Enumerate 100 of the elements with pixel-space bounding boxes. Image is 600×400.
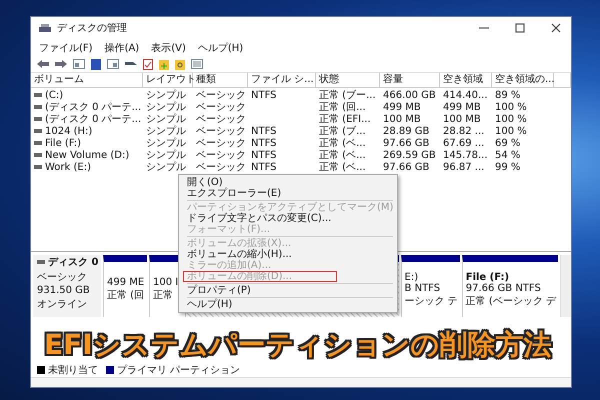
- table-cell: 100 %: [495, 114, 527, 124]
- column-header[interactable]: 状態: [316, 73, 380, 87]
- forward-arrow-icon[interactable]: [55, 59, 67, 69]
- partition-label: ーシック テ: [404, 294, 458, 308]
- list-icon[interactable]: [191, 59, 203, 69]
- table-cell-text: ベーシック: [196, 101, 246, 114]
- table-cell: 100 %: [495, 126, 527, 136]
- table-cell: NTFS: [251, 150, 277, 160]
- window-title: ディスクの管理: [57, 22, 127, 35]
- disk-status: オンライン: [37, 298, 88, 311]
- table-cell-text: (ディスク 0 パーテ...: [45, 113, 142, 126]
- column-header[interactable]: レイアウト: [143, 73, 193, 87]
- table-cell: 269.59 GB: [383, 150, 436, 160]
- table-cell-text: 正常 (EFI...: [319, 112, 371, 126]
- column-header[interactable]: ボリューム: [31, 73, 143, 87]
- partition-label: File (F:): [466, 272, 510, 282]
- disk-name: ディスク 0: [37, 255, 101, 269]
- table-cell: 1024 (H:): [45, 126, 92, 136]
- caption-title: EFIシステムパーティションの削除方法: [44, 328, 552, 362]
- table-cell-text: シンプル: [146, 112, 186, 126]
- folder-search-icon[interactable]: [175, 58, 185, 70]
- context-menu-item[interactable]: 開く(O): [179, 177, 397, 188]
- table-cell: (C:): [45, 90, 64, 100]
- table-cell: 499 MB: [383, 102, 421, 112]
- table-cell-text: 正常 (ブ...: [319, 124, 366, 138]
- table-cell: 28.89 GB: [383, 126, 430, 136]
- menu-item[interactable]: ヘルプ(H): [198, 40, 244, 54]
- disk-type: ベーシック: [37, 271, 88, 284]
- partition-label: E:): [404, 272, 420, 282]
- column-header[interactable]: 容量: [380, 73, 440, 87]
- legend-label: 未割り当て: [48, 364, 98, 377]
- table-cell: 28.82 ...: [443, 126, 484, 136]
- back-arrow-icon[interactable]: [37, 59, 49, 69]
- table-cell-text: シンプル: [146, 124, 186, 138]
- table-cell: 100 MB: [383, 114, 421, 124]
- table-cell: 414.40...: [443, 90, 488, 100]
- partition-label: 499 ME: [107, 277, 146, 288]
- column-header[interactable]: ファイル シ...: [248, 73, 316, 87]
- table-cell: 54 %: [495, 150, 520, 160]
- checklist-icon[interactable]: [143, 58, 153, 70]
- table-cell-text: ベーシック: [196, 161, 246, 174]
- scrollbar[interactable]: [560, 255, 571, 317]
- context-menu-item[interactable]: ドライブ文字とパスの変更(C)...: [179, 213, 397, 224]
- table-cell-text: ベーシック: [196, 113, 246, 126]
- table-cell: 69 %: [495, 138, 520, 148]
- table-cell: NTFS: [251, 138, 277, 148]
- table-cell-text: シンプル: [146, 88, 186, 102]
- table-cell: New Volume (D:): [45, 150, 130, 160]
- table-cell: 499 MB: [443, 102, 481, 112]
- column-header[interactable]: 空き領域: [440, 73, 492, 87]
- table-cell: 145.78...: [443, 150, 488, 160]
- partition-block[interactable]: File (F:) 97.66 GB NTFS 正常 (ベーシック デ: [462, 255, 558, 317]
- menu-item[interactable]: ファイル(F): [39, 40, 93, 54]
- table-cell: 97.66 GB: [383, 138, 430, 148]
- table-cell-text: ベーシック: [196, 149, 246, 162]
- close-icon[interactable]: [551, 23, 561, 33]
- disk-size: 931.50 GB: [37, 285, 91, 296]
- column-header[interactable]: 空き領域の...: [492, 73, 554, 87]
- legend-label: プライマリ パーティション: [117, 364, 240, 377]
- partition-label: 正常 (ベーシック デ: [466, 294, 556, 308]
- table-cell-text: 正常 (ベ...: [319, 136, 366, 150]
- disk-icon: [39, 23, 51, 33]
- panel-icon[interactable]: [107, 59, 119, 69]
- table-cell-text: ベーシック: [196, 137, 246, 150]
- partition-label: B NTFS: [404, 282, 442, 294]
- partition-label: 正常: [153, 288, 174, 302]
- table-cell: 100 %: [495, 102, 527, 112]
- table-cell: NTFS: [251, 126, 277, 136]
- partition-block[interactable]: 499 ME 正常 (回: [103, 255, 147, 317]
- maximize-icon[interactable]: [515, 23, 525, 33]
- table-cell: NTFS: [251, 162, 277, 172]
- table-cell-text: シンプル: [146, 100, 186, 114]
- menu-item[interactable]: 操作(A): [104, 40, 140, 54]
- table-cell-text: ベーシック: [196, 89, 246, 102]
- table-cell-text: シンプル: [146, 160, 186, 174]
- context-menu-item[interactable]: エクスプローラー(E): [179, 188, 397, 199]
- table-cell: 100 MB: [443, 114, 481, 124]
- table-cell: File (F:): [45, 138, 82, 148]
- table-cell: NTFS: [251, 90, 277, 100]
- partition-label: 100 I: [153, 277, 180, 288]
- table-cell: 96.87 ...: [443, 162, 484, 172]
- table-cell-text: ベーシック: [196, 125, 246, 138]
- partition-label: 97.66 GB NTFS: [466, 282, 542, 294]
- table-cell-text: 正常 (ベ...: [319, 148, 366, 162]
- table-cell: 67.69 ...: [443, 138, 484, 148]
- table-cell-text: (ディスク 0 パーテ...: [45, 101, 142, 114]
- table-cell: Work (E:): [45, 162, 91, 172]
- table-cell-text: シンプル: [146, 148, 186, 162]
- panel-icon[interactable]: [73, 59, 85, 69]
- partition-label: 正常 (回: [107, 288, 146, 302]
- table-cell-text: 正常 (回...: [319, 100, 366, 114]
- folder-plus-icon[interactable]: [159, 58, 169, 70]
- menu-item[interactable]: 表示(V): [151, 40, 186, 54]
- table-cell: 97.66 GB: [383, 162, 430, 172]
- table-cell-text: 正常 (ブー...: [319, 88, 376, 102]
- table-cell: 89 %: [495, 90, 520, 100]
- partition-block[interactable]: E:) B NTFS ーシック テ: [400, 255, 460, 317]
- table-cell: 99 %: [495, 162, 520, 172]
- column-header[interactable]: 種類: [193, 73, 248, 87]
- table-cell-text: シンプル: [146, 136, 186, 150]
